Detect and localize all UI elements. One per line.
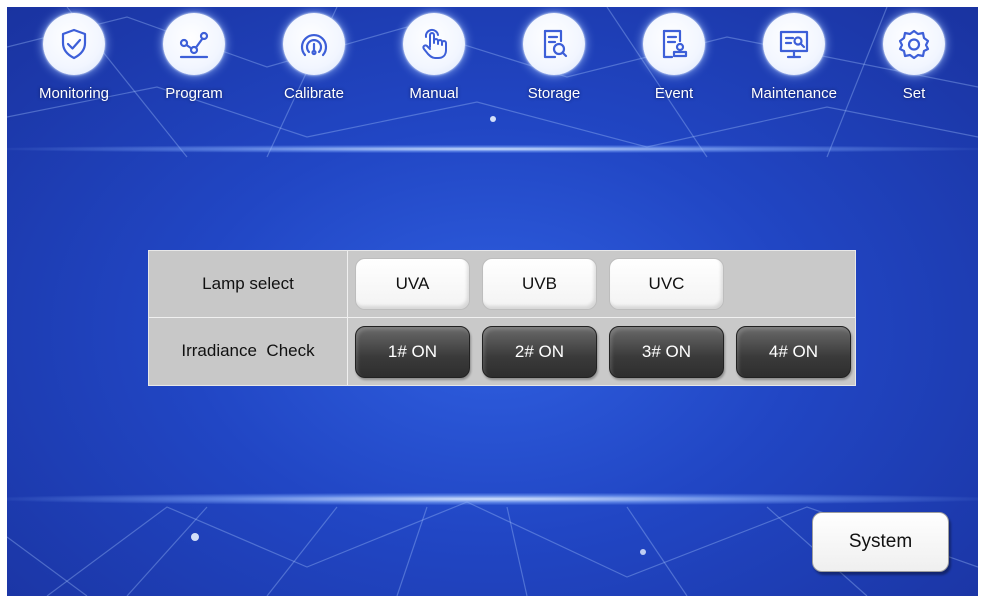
lamp-select-label: Lamp select xyxy=(149,251,347,318)
nav-label: Set xyxy=(902,85,926,102)
nav-label: Program xyxy=(165,85,223,102)
shield-check-icon xyxy=(43,13,105,75)
lamp-uvb-button[interactable]: UVB xyxy=(482,258,597,310)
irradiance-check-2-button[interactable]: 2# ON xyxy=(482,326,597,378)
document-stamp-icon xyxy=(643,13,705,75)
nav-label: Event xyxy=(654,85,694,102)
nav-label: Storage xyxy=(527,85,581,102)
nav-label: Manual xyxy=(409,85,459,102)
lamp-uva-button[interactable]: UVA xyxy=(355,258,470,310)
bottom-glow-divider xyxy=(7,493,978,505)
nav-label: Calibrate xyxy=(283,85,345,102)
screen-wrench-icon xyxy=(763,13,825,75)
panel-vertical-divider xyxy=(347,251,348,385)
lamp-control-panel: Lamp select Irradiance Check UVA UVB UVC… xyxy=(148,250,856,386)
graph-nodes-icon xyxy=(163,13,225,75)
hand-pointer-icon xyxy=(403,13,465,75)
nav-storage[interactable]: Storage xyxy=(504,13,604,102)
nav-event[interactable]: Event xyxy=(624,13,724,102)
irradiance-check-4-button[interactable]: 4# ON xyxy=(736,326,851,378)
system-button[interactable]: System xyxy=(812,512,949,572)
nav-monitoring[interactable]: Monitoring xyxy=(24,13,124,102)
nav-calibrate[interactable]: Calibrate xyxy=(264,13,364,102)
nav-program[interactable]: Program xyxy=(144,13,244,102)
nav-maintenance[interactable]: Maintenance xyxy=(744,13,844,102)
main-screen: Monitoring Program Calibrate Manual Stor… xyxy=(7,7,978,596)
panel-horizontal-divider xyxy=(149,317,855,318)
gauge-icon xyxy=(283,13,345,75)
irradiance-check-3-button[interactable]: 3# ON xyxy=(609,326,724,378)
top-navigation: Monitoring Program Calibrate Manual Stor… xyxy=(7,7,978,157)
document-search-icon xyxy=(523,13,585,75)
nav-label: Maintenance xyxy=(751,85,837,102)
lamp-uvc-button[interactable]: UVC xyxy=(609,258,724,310)
nav-label: Monitoring xyxy=(38,85,110,102)
gear-icon xyxy=(883,13,945,75)
irradiance-check-label: Irradiance Check xyxy=(149,318,347,384)
irradiance-check-1-button[interactable]: 1# ON xyxy=(355,326,470,378)
nav-manual[interactable]: Manual xyxy=(384,13,484,102)
nav-set[interactable]: Set xyxy=(864,13,964,102)
